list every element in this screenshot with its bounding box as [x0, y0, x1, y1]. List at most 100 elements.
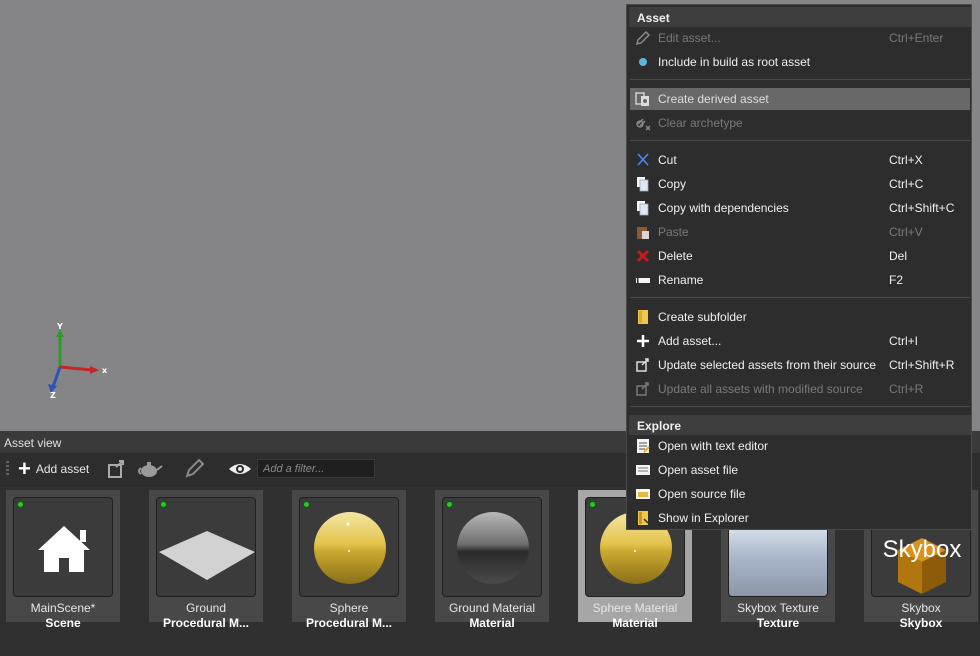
menu-item-update-all[interactable]: Update all assets with modified source C… [630, 378, 970, 400]
status-dot [589, 501, 596, 508]
update-icon[interactable] [106, 458, 128, 480]
asset-name: Skybox Texture [737, 601, 819, 615]
menu-item-label: Include in build as root asset [658, 55, 811, 69]
menu-item-label: Open asset file [658, 463, 739, 477]
asset-name: Skybox [901, 601, 941, 615]
unlink-icon [635, 115, 651, 131]
menu-item-label: Add asset... [658, 334, 722, 348]
menu-item-label: Update all assets with modified source [658, 382, 863, 396]
menu-item-label: Paste [658, 225, 689, 239]
delete-icon [635, 248, 651, 264]
source-file-icon [635, 486, 651, 502]
asset-thumbnail [442, 497, 542, 597]
asset-name: Sphere [329, 601, 369, 615]
menu-item-shortcut: F2 [889, 273, 904, 287]
menu-item-clear-archetype[interactable]: Clear archetype [630, 112, 970, 134]
menu-item-label: Open with text editor [658, 439, 769, 453]
asset-type: Procedural M... [305, 616, 393, 630]
menu-item-paste[interactable]: Paste Ctrl+V [630, 221, 970, 243]
teapot-icon[interactable] [137, 458, 163, 480]
menu-item-shortcut: Ctrl+Shift+C [889, 201, 955, 215]
menu-item-label: Create subfolder [658, 310, 747, 324]
update-icon [635, 381, 651, 397]
asset-file-icon [635, 462, 651, 478]
menu-item-create-derived-asset[interactable]: Create derived asset [630, 88, 970, 110]
pencil-icon [635, 30, 651, 46]
menu-separator [630, 297, 970, 298]
asset-name: Ground [185, 601, 227, 615]
menu-item-label: Edit asset... [658, 31, 721, 45]
copy-deps-icon [635, 200, 651, 216]
menu-item-copy[interactable]: Copy Ctrl+C [630, 173, 970, 195]
asset-name: MainScene* [30, 601, 96, 615]
menu-item-shortcut: Ctrl+C [889, 177, 924, 191]
menu-item-label: Create derived asset [658, 92, 769, 106]
asset-tile-ground[interactable]: Ground Procedural M... [149, 490, 263, 630]
filter-input[interactable] [257, 459, 375, 478]
menu-item-update-selected[interactable]: Update selected assets from their source… [630, 354, 970, 376]
axis-z-label: Z [50, 391, 56, 400]
menu-item-label: Delete [658, 249, 693, 263]
menu-section-header: Asset [629, 7, 971, 27]
explorer-icon [635, 510, 651, 526]
asset-tile-ground-material[interactable]: Ground Material Material [435, 490, 549, 630]
menu-item-shortcut: Ctrl+V [889, 225, 923, 239]
menu-separator [630, 79, 970, 80]
asset-type: Material [469, 616, 515, 630]
asset-thumbnail [13, 497, 113, 597]
menu-item-label: Clear archetype [658, 116, 743, 130]
add-asset-label: Add asset [35, 462, 90, 476]
asset-name: Sphere Material [592, 601, 678, 615]
asset-tile-sphere[interactable]: Sphere Procedural M... [292, 490, 406, 630]
menu-item-shortcut: Ctrl+Enter [889, 31, 944, 45]
menu-item-edit-asset[interactable]: Edit asset... Ctrl+Enter [630, 27, 970, 49]
menu-item-cut[interactable]: Cut Ctrl+X [630, 149, 970, 171]
menu-item-label: Open source file [658, 487, 746, 501]
asset-type: Skybox [899, 616, 943, 630]
folder-icon [635, 309, 651, 325]
asset-type: Procedural M... [162, 616, 250, 630]
menu-item-open-source-file[interactable]: Open source file [630, 483, 970, 505]
menu-item-show-in-explorer[interactable]: Show in Explorer [630, 507, 970, 529]
menu-item-delete[interactable]: Delete Del [630, 245, 970, 267]
plane-thumbnail [159, 531, 255, 580]
axis-y-label: Y [57, 322, 63, 331]
dot-icon [635, 54, 651, 70]
gray-sphere-thumbnail [457, 512, 529, 584]
derive-icon [635, 91, 651, 107]
status-dot [303, 501, 310, 508]
paste-icon [635, 224, 651, 240]
menu-item-label: Copy [658, 177, 687, 191]
copy-icon [635, 176, 651, 192]
toolbar-grip[interactable] [6, 461, 9, 477]
asset-type: Texture [756, 616, 800, 630]
menu-item-shortcut: Ctrl+Shift+R [889, 358, 955, 372]
asset-tile-mainscene[interactable]: MainScene* Scene [6, 490, 120, 630]
menu-item-add-asset[interactable]: Add asset... Ctrl+I [630, 330, 970, 352]
asset-name: Ground Material [448, 601, 536, 615]
asset-type: Scene [45, 616, 81, 630]
menu-item-shortcut: Ctrl+X [889, 153, 923, 167]
menu-item-shortcut: Ctrl+R [889, 382, 924, 396]
menu-item-copy-with-dependencies[interactable]: Copy with dependencies Ctrl+Shift+C [630, 197, 970, 219]
asset-thumbnail [299, 497, 399, 597]
menu-item-create-subfolder[interactable]: Create subfolder [630, 306, 970, 328]
axis-gizmo: Y x Z [44, 318, 116, 404]
plus-icon [635, 333, 651, 349]
plus-icon: + [18, 456, 31, 481]
menu-item-shortcut: Ctrl+I [889, 334, 919, 348]
gold-sphere-thumbnail [314, 512, 386, 584]
scissors-icon [635, 152, 651, 168]
menu-item-label: Show in Explorer [658, 511, 749, 525]
add-asset-button[interactable]: + Add asset [18, 456, 90, 481]
menu-item-open-text-editor[interactable]: Open with text editor [630, 435, 970, 457]
menu-item-label: Cut [658, 153, 677, 167]
menu-item-label: Update selected assets from their source [658, 358, 877, 372]
eye-icon[interactable] [228, 458, 252, 480]
menu-item-rename[interactable]: Rename F2 [630, 269, 970, 291]
edit-pencil-icon[interactable] [183, 458, 205, 480]
status-dot [160, 501, 167, 508]
menu-item-include-in-build[interactable]: Include in build as root asset [630, 51, 970, 73]
update-icon [635, 357, 651, 373]
menu-item-open-asset-file[interactable]: Open asset file [630, 459, 970, 481]
